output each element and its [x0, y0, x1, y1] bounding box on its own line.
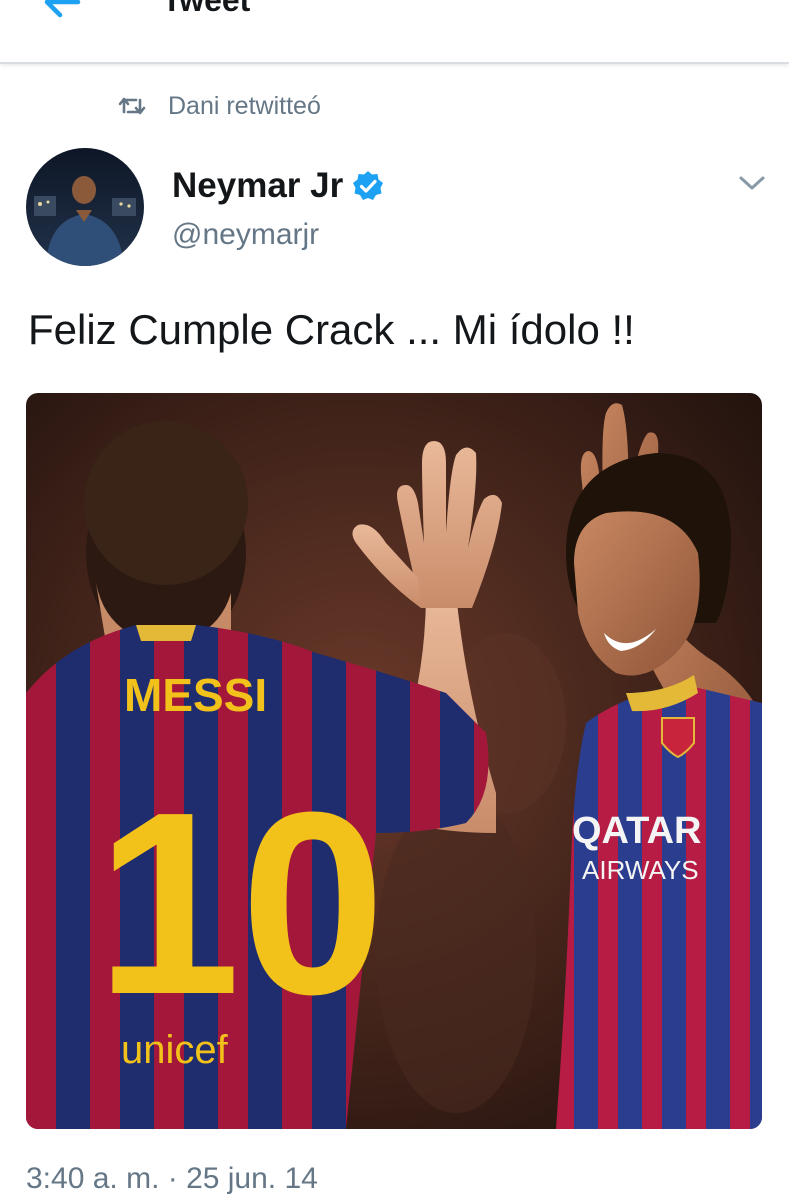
retweet-context: Dani retwitteó	[118, 88, 321, 124]
retweet-icon	[118, 97, 146, 115]
jersey-name: MESSI	[124, 669, 267, 721]
jersey-number: 10	[96, 759, 385, 1049]
author-handle[interactable]: @neymarjr	[172, 218, 319, 252]
tweet-timestamp: 3:40 a. m. · 25 jun. 14	[26, 1162, 318, 1195]
tweet-media-image[interactable]: MESSI 10 unicef QATAR AIRWAYS	[26, 393, 762, 1129]
chevron-down-icon[interactable]	[737, 168, 767, 198]
jersey-sponsor-right-line2: AIRWAYS	[582, 855, 699, 885]
tweet-text: Feliz Cumple Crack ... Mi ídolo !!	[28, 306, 635, 353]
retweet-context-text[interactable]: Dani retwitteó	[168, 92, 321, 121]
verified-badge-icon	[353, 171, 384, 200]
page-title: Tweet	[162, 0, 251, 18]
back-arrow-icon[interactable]	[38, 0, 86, 26]
jersey-sponsor-left: unicef	[121, 1028, 229, 1072]
avatar[interactable]	[26, 148, 144, 266]
author-display-name[interactable]: Neymar Jr	[172, 166, 343, 206]
author-name-row: Neymar Jr	[172, 164, 385, 208]
top-bar: Tweet	[0, 0, 789, 64]
jersey-sponsor-right-line1: QATAR	[572, 810, 701, 852]
